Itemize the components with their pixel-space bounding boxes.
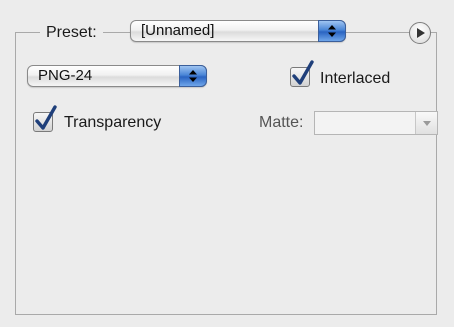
optimize-menu-button[interactable] [409,22,431,44]
optimize-panel: Preset: [Unnamed] PNG-24 Interlaced Tran… [0,0,454,327]
up-down-arrows-icon [318,20,346,42]
chevron-down-icon [415,112,437,134]
up-down-arrows-icon [179,65,207,87]
legend-divider [346,32,409,33]
preset-select-value: [Unnamed] [141,22,215,39]
interlaced-label[interactable]: Interlaced [320,69,390,89]
preset-select[interactable]: [Unnamed] [130,20,346,42]
transparency-checkbox[interactable] [33,105,57,132]
preset-label: Preset: [40,23,103,43]
file-format-select[interactable]: PNG-24 [27,65,207,87]
matte-select[interactable] [314,111,438,135]
file-format-select-value: PNG-24 [38,67,93,84]
interlaced-checkbox[interactable] [290,60,314,87]
matte-label: Matte: [259,114,304,131]
legend-divider [106,32,126,33]
transparency-label[interactable]: Transparency [64,113,161,133]
